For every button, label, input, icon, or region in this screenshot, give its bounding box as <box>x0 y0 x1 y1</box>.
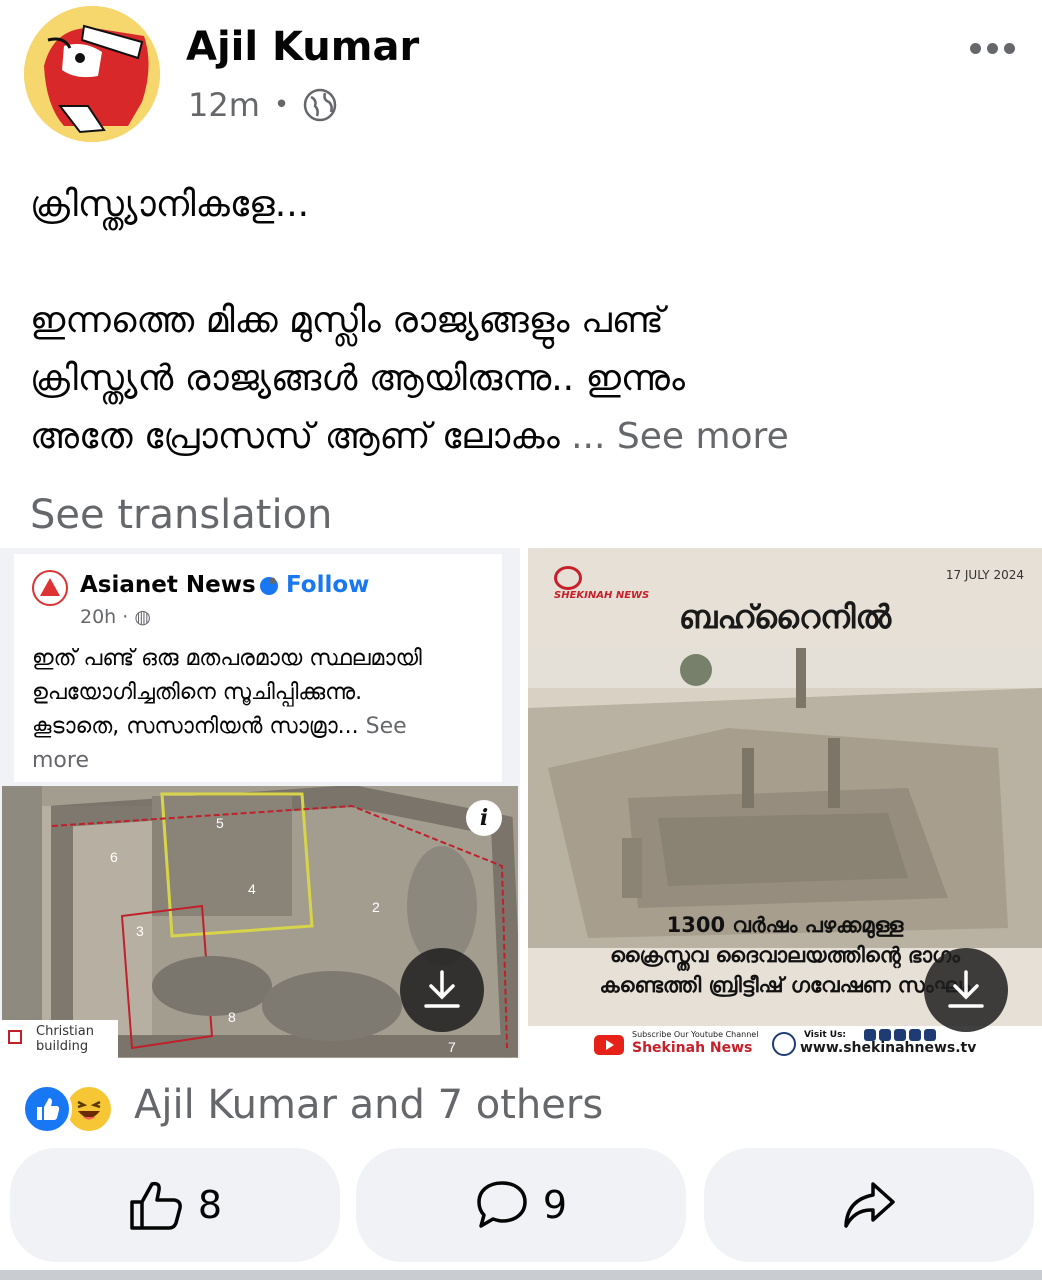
see-more-link[interactable]: See more <box>617 416 789 457</box>
embedded-post-card: Asianet News • Follow 20h · ◍ ഇത് പണ്ട് … <box>14 554 502 782</box>
share-icon <box>844 1182 895 1228</box>
asianet-logo <box>32 570 68 606</box>
globe-icon <box>303 88 337 122</box>
bottom-divider <box>0 1270 1042 1280</box>
post-text-line: അതേ പ്രോസസ് ആണ് ലോകം ... See more <box>30 408 1010 466</box>
embedded-follow-link: Follow <box>286 572 370 598</box>
more-dot <box>969 42 981 54</box>
plan-label: 7 <box>448 1039 456 1055</box>
visit-label: Visit Us: <box>804 1030 847 1040</box>
reaction-summary[interactable]: Ajil Kumar and 7 others <box>134 1082 603 1128</box>
post-text-fragment: അതേ പ്രോസസ് ആണ് ലോകം <box>30 416 560 457</box>
plan-label: 6 <box>110 849 118 865</box>
post-text-line: ക്രിസ്ത്യാനികളേ... <box>30 184 310 225</box>
post-text: ക്രിസ്ത്യാനികളേ... ഇന്നത്തെ മിക്ക മുസ്ലി… <box>30 176 1010 466</box>
website-url: www.shekinahnews.tv <box>800 1040 977 1056</box>
web-globe-icon <box>772 1032 796 1056</box>
embedded-time: 20h · ◍ <box>80 606 151 628</box>
map-legend: Christian building <box>0 1020 118 1058</box>
legend-swatch <box>8 1030 22 1044</box>
shekinah-logo: SHEKINAH NEWS <box>554 566 649 601</box>
comment-icon <box>477 1181 527 1228</box>
like-icon <box>22 1084 72 1134</box>
plan-label: 5 <box>216 815 224 831</box>
plan-label: 3 <box>136 923 144 939</box>
reaction-icons[interactable] <box>22 1084 114 1134</box>
download-icon <box>424 970 460 1008</box>
plan-label: 8 <box>228 1009 236 1025</box>
post-time[interactable]: 12m <box>188 86 260 124</box>
author-name[interactable]: Ajil Kumar <box>186 24 419 70</box>
thumbs-up-icon <box>130 1181 182 1230</box>
download-button[interactable] <box>400 948 484 1032</box>
card-title: ബഹ്റൈനിൽ <box>678 598 892 636</box>
channel-name: Shekinah News <box>632 1040 753 1056</box>
shekinah-logo-mark <box>554 566 582 590</box>
comment-count: 9 <box>542 1183 568 1227</box>
comment-button[interactable]: 9 <box>356 1148 686 1262</box>
separator-dot: • <box>266 570 279 595</box>
card-date: 17 JULY 2024 <box>945 568 1024 582</box>
see-translation-link[interactable]: See translation <box>30 492 332 538</box>
ellipsis: ... <box>559 416 617 457</box>
more-dot <box>986 42 998 54</box>
post-meta: 12m • <box>188 86 337 124</box>
download-button[interactable] <box>924 948 1008 1032</box>
plan-label: 2 <box>372 899 380 915</box>
youtube-icon <box>594 1035 624 1055</box>
globe-icon: ◍ <box>134 606 151 628</box>
avatar-illustration <box>24 6 160 142</box>
ruins-photo <box>528 648 1042 948</box>
subscribe-text: Subscribe Our Youtube Channel <box>632 1030 759 1039</box>
embedded-page-name: Asianet News <box>80 572 278 598</box>
info-icon[interactable]: i <box>466 800 502 836</box>
like-count: 8 <box>197 1183 223 1227</box>
plan-label: 4 <box>248 881 256 897</box>
post-text-line: ഇന്നത്തെ മിക്ക മുസ്ലിം രാജ്യങ്ങളും പണ്ട് <box>30 300 664 341</box>
embedded-post-text: ഇത് പണ്ട് ഒരു മതപരമായ സ്ഥലമായി ഉപയോഗിച്ച… <box>32 646 422 773</box>
more-dot <box>1003 42 1015 54</box>
more-options-button[interactable] <box>962 28 1022 68</box>
author-avatar[interactable] <box>24 6 160 142</box>
like-button[interactable]: 8 <box>10 1148 340 1262</box>
separator-dot: • <box>273 90 290 120</box>
download-icon <box>948 970 984 1008</box>
post-text-line: ക്രിസ്ത്യൻ രാജ്യങ്ങൾ ആയിരുന്നു.. ഇന്നും <box>30 358 685 399</box>
share-button[interactable] <box>704 1148 1034 1262</box>
